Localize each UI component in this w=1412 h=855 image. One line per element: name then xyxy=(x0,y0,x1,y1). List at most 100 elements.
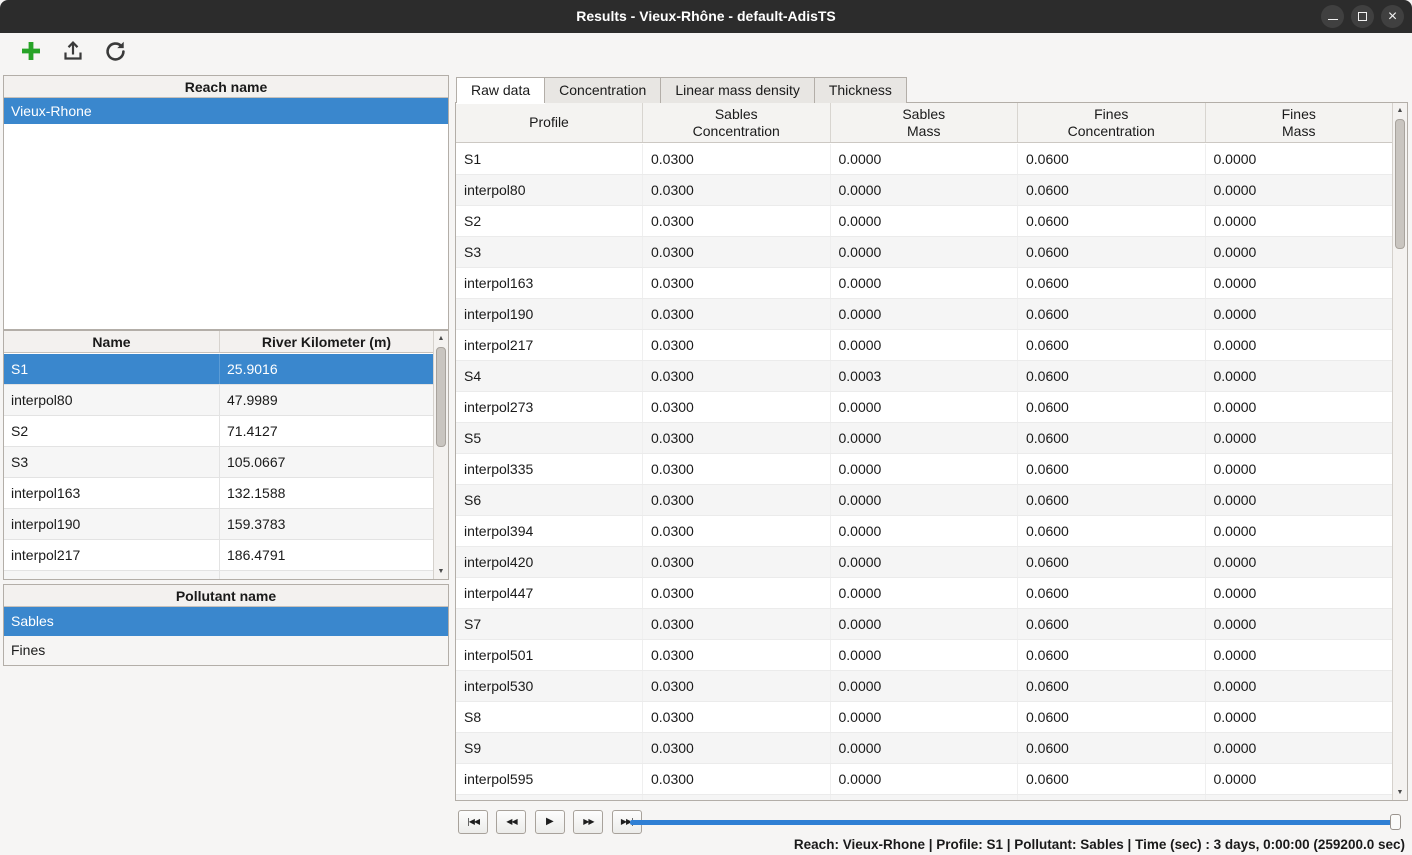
raw-table-row[interactable]: interpol3940.03000.00000.06000.0000 xyxy=(456,516,1392,547)
raw-table-cell: interpol217 xyxy=(456,330,642,360)
raw-table-cell: 0.0000 xyxy=(1205,423,1393,453)
tab-thickness[interactable]: Thickness xyxy=(814,77,907,103)
profiles-scrollbar[interactable]: ▲ ▼ xyxy=(433,331,448,579)
tab-linear-mass-density[interactable]: Linear mass density xyxy=(660,77,815,103)
profile-km-cell: 159.3783 xyxy=(219,509,433,539)
raw-table-row[interactable]: interpol3350.03000.00000.06000.0000 xyxy=(456,454,1392,485)
raw-table-row[interactable]: S90.03000.00000.06000.0000 xyxy=(456,733,1392,764)
raw-table-row[interactable]: interpol4200.03000.00000.06000.0000 xyxy=(456,547,1392,578)
profile-row[interactable]: interpol190159.3783 xyxy=(4,509,433,540)
raw-table-row[interactable]: interpol1630.03000.00000.06000.0000 xyxy=(456,268,1392,299)
raw-table-cell: 0.0000 xyxy=(830,733,1018,763)
raw-table-row[interactable]: S50.03000.00000.06000.0000 xyxy=(456,423,1392,454)
raw-table-row[interactable]: interpol5950.03000.00000.06000.0000 xyxy=(456,764,1392,795)
profile-row[interactable]: S125.9016 xyxy=(4,354,433,385)
raw-table-row[interactable]: S100.03000.00000.06000.0000 xyxy=(456,795,1392,800)
profile-row[interactable]: interpol163132.1588 xyxy=(4,478,433,509)
pollutant-row-sables[interactable]: Sables xyxy=(4,607,448,636)
raw-header-sables-mass[interactable]: Sables Mass xyxy=(830,103,1018,142)
minimize-button[interactable] xyxy=(1321,5,1344,28)
profile-row[interactable]: interpol217186.4791 xyxy=(4,540,433,571)
profile-name-cell: S1 xyxy=(4,354,219,384)
scroll-up-icon[interactable]: ▲ xyxy=(434,332,448,345)
raw-table-cell: interpol447 xyxy=(456,578,642,608)
raw-table-row[interactable]: interpol800.03000.00000.06000.0000 xyxy=(456,175,1392,206)
play-button[interactable]: ▶ xyxy=(535,810,565,834)
profile-row[interactable]: S4213.4089 xyxy=(4,571,433,579)
scroll-down-icon[interactable]: ▼ xyxy=(434,565,448,578)
raw-table-row[interactable]: interpol1900.03000.00000.06000.0000 xyxy=(456,299,1392,330)
step-forward-button[interactable]: ▶▶ xyxy=(573,810,603,834)
raw-table-cell: 0.0300 xyxy=(642,392,830,422)
time-slider[interactable] xyxy=(630,814,1401,830)
scrollbar-thumb[interactable] xyxy=(436,347,446,447)
header-subtitle: Mass xyxy=(1282,123,1315,140)
reach-row[interactable]: Vieux-Rhone xyxy=(4,98,448,124)
raw-table-row[interactable]: S20.03000.00000.06000.0000 xyxy=(456,206,1392,237)
profiles-header-km[interactable]: River Kilometer (m) xyxy=(219,331,433,352)
raw-table-cell: 0.0300 xyxy=(642,702,830,732)
header-subtitle: Mass xyxy=(907,123,940,140)
raw-table-row[interactable]: S40.03000.00030.06000.0000 xyxy=(456,361,1392,392)
export-icon xyxy=(61,39,85,66)
raw-table-row[interactable]: interpol2730.03000.00000.06000.0000 xyxy=(456,392,1392,423)
raw-table-cell: 0.0600 xyxy=(1017,671,1205,701)
go-first-button[interactable]: |◀◀ xyxy=(458,810,488,834)
step-back-button[interactable]: ◀◀ xyxy=(496,810,526,834)
raw-table-cell: interpol420 xyxy=(456,547,642,577)
raw-table-cell: 0.0300 xyxy=(642,640,830,670)
scroll-up-icon[interactable]: ▲ xyxy=(1393,104,1407,117)
window-controls: × xyxy=(1321,5,1404,28)
raw-header-profile[interactable]: Profile xyxy=(456,103,642,142)
raw-table-row[interactable]: interpol5010.03000.00000.06000.0000 xyxy=(456,640,1392,671)
raw-table-cell: 0.0600 xyxy=(1017,268,1205,298)
raw-table-cell: 0.0000 xyxy=(1205,733,1393,763)
slider-fill xyxy=(630,820,1401,825)
profile-row[interactable]: S3105.0667 xyxy=(4,447,433,478)
raw-table-row[interactable]: S70.03000.00000.06000.0000 xyxy=(456,609,1392,640)
pollutant-list: Pollutant name Sables Fines xyxy=(3,584,449,666)
raw-header-sables-concentration[interactable]: Sables Concentration xyxy=(642,103,830,142)
slider-handle[interactable] xyxy=(1390,814,1401,830)
header-subtitle: Concentration xyxy=(1068,123,1155,140)
close-button[interactable]: × xyxy=(1381,5,1404,28)
raw-table-row[interactable]: S10.03000.00000.06000.0000 xyxy=(456,144,1392,175)
raw-table-cell: 0.0600 xyxy=(1017,764,1205,794)
tab-concentration[interactable]: Concentration xyxy=(544,77,661,103)
raw-table-cell: 0.0000 xyxy=(1205,702,1393,732)
raw-table-cell: 0.0000 xyxy=(830,609,1018,639)
raw-table-cell: 0.0000 xyxy=(830,392,1018,422)
raw-table-header: Profile Sables Concentration Sables Mass… xyxy=(456,103,1392,143)
tab-raw-data[interactable]: Raw data xyxy=(456,77,545,103)
scroll-down-icon[interactable]: ▼ xyxy=(1393,786,1407,799)
pollutant-list-header: Pollutant name xyxy=(4,585,448,607)
raw-table-cell: 0.0300 xyxy=(642,795,830,800)
raw-table-row[interactable]: interpol5300.03000.00000.06000.0000 xyxy=(456,671,1392,702)
slider-groove[interactable] xyxy=(630,820,1401,825)
raw-table-cell: 0.0000 xyxy=(1205,206,1393,236)
maximize-button[interactable] xyxy=(1351,5,1374,28)
profile-row[interactable]: S271.4127 xyxy=(4,416,433,447)
export-button[interactable] xyxy=(58,38,88,68)
refresh-button[interactable] xyxy=(100,38,130,68)
header-title: Fines xyxy=(1094,106,1128,123)
profile-name-cell: interpol163 xyxy=(4,478,219,508)
raw-table-row[interactable]: S30.03000.00000.06000.0000 xyxy=(456,237,1392,268)
raw-table-cell: S1 xyxy=(456,144,642,174)
raw-table-row[interactable]: interpol2170.03000.00000.06000.0000 xyxy=(456,330,1392,361)
raw-header-fines-mass[interactable]: Fines Mass xyxy=(1205,103,1393,142)
raw-table-scrollbar[interactable]: ▲ ▼ xyxy=(1392,103,1407,800)
raw-table-cell: 0.0600 xyxy=(1017,454,1205,484)
raw-table-cell: 0.0000 xyxy=(1205,392,1393,422)
scrollbar-thumb[interactable] xyxy=(1395,119,1405,249)
raw-table-row[interactable]: S80.03000.00000.06000.0000 xyxy=(456,702,1392,733)
raw-table-cell: 0.0000 xyxy=(1205,764,1393,794)
raw-table-row[interactable]: S60.03000.00000.06000.0000 xyxy=(456,485,1392,516)
profiles-header-name[interactable]: Name xyxy=(4,331,219,352)
add-button[interactable] xyxy=(16,38,46,68)
profile-row[interactable]: interpol8047.9989 xyxy=(4,385,433,416)
pollutant-row-fines[interactable]: Fines xyxy=(4,636,448,665)
raw-table-row[interactable]: interpol4470.03000.00000.06000.0000 xyxy=(456,578,1392,609)
raw-header-fines-concentration[interactable]: Fines Concentration xyxy=(1017,103,1205,142)
raw-table-cell: 0.0000 xyxy=(1205,609,1393,639)
